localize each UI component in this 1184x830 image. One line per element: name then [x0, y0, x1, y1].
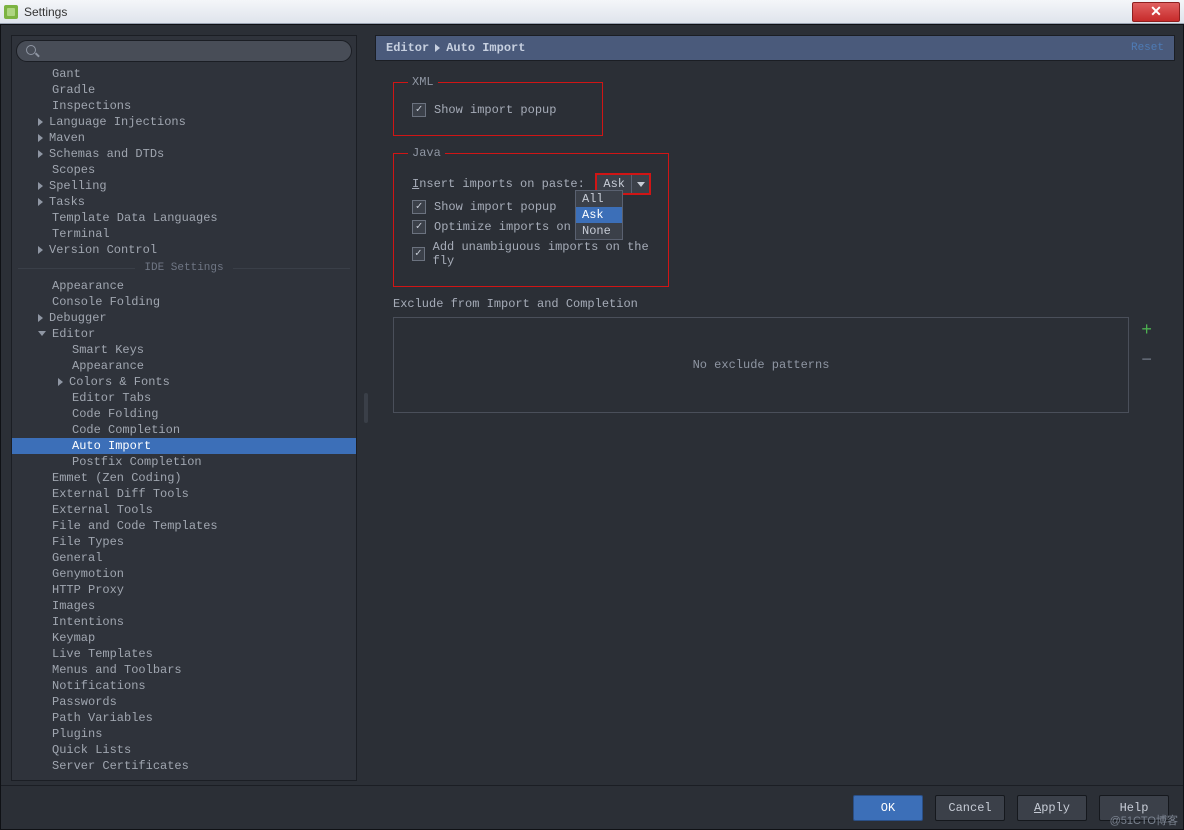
tree-item[interactable]: Path Variables [12, 710, 356, 726]
xml-show-import-popup-checkbox[interactable] [412, 103, 426, 117]
tree-item[interactable]: Language Injections [12, 114, 356, 130]
tree-item[interactable]: Postfix Completion [12, 454, 356, 470]
tree-item[interactable]: External Diff Tools [12, 486, 356, 502]
tree-item[interactable]: Scopes [12, 162, 356, 178]
tree-item[interactable]: Schemas and DTDs [12, 146, 356, 162]
xml-legend: XML [408, 75, 438, 89]
java-legend: Java [408, 146, 445, 160]
breadcrumb-part-editor: Editor [386, 41, 429, 55]
settings-panel: XML Show import popup Java Insert import… [375, 61, 1175, 781]
settings-tree[interactable]: GantGradleInspectionsLanguage Injections… [12, 66, 356, 780]
unambiguous-imports-label: Add unambiguous imports on the fly [433, 240, 650, 268]
java-show-import-popup-label: Show import popup [434, 200, 556, 214]
xml-show-import-popup-label: Show import popup [434, 103, 556, 117]
tree-item[interactable]: Appearance [12, 358, 356, 374]
tree-section-separator: IDE Settings [12, 262, 356, 274]
dialog-buttons: OK Cancel Apply Help [1, 785, 1183, 829]
java-show-import-popup-checkbox[interactable] [412, 200, 426, 214]
tree-item[interactable]: Intentions [12, 614, 356, 630]
window-close-button[interactable]: ✕ [1132, 2, 1180, 22]
tree-item[interactable]: Gradle [12, 82, 356, 98]
tree-item[interactable]: File Types [12, 534, 356, 550]
tree-item[interactable]: Maven [12, 130, 356, 146]
insert-imports-dropdown[interactable]: All Ask None [575, 190, 623, 240]
settings-dialog: GantGradleInspectionsLanguage Injections… [0, 24, 1184, 830]
settings-search-input[interactable] [16, 40, 352, 62]
search-icon [26, 45, 36, 55]
tree-item[interactable]: Version Control [12, 242, 356, 258]
tree-item[interactable]: Editor [12, 326, 356, 342]
tree-item[interactable]: Plugins [12, 726, 356, 742]
breadcrumb-part-auto-import: Auto Import [446, 41, 525, 55]
app-icon [4, 5, 18, 19]
tree-item[interactable]: Tasks [12, 194, 356, 210]
tree-item[interactable]: Editor Tabs [12, 390, 356, 406]
insert-imports-value: Ask [597, 177, 631, 191]
tree-item[interactable]: Inspections [12, 98, 356, 114]
tree-item[interactable]: Smart Keys [12, 342, 356, 358]
add-pattern-button[interactable]: + [1141, 322, 1152, 340]
exclude-list[interactable]: No exclude patterns + − [393, 317, 1129, 413]
titlebar: Settings ✕ [0, 0, 1184, 24]
apply-button[interactable]: Apply [1017, 795, 1087, 821]
xml-group: XML Show import popup [393, 75, 603, 136]
tree-item[interactable]: Server Certificates [12, 758, 356, 774]
exclude-placeholder: No exclude patterns [693, 358, 830, 372]
tree-item[interactable]: File and Code Templates [12, 518, 356, 534]
watermark: @51CTO博客 [1110, 812, 1178, 828]
tree-item[interactable]: Genymotion [12, 566, 356, 582]
tree-item[interactable]: Emmet (Zen Coding) [12, 470, 356, 486]
remove-pattern-button[interactable]: − [1141, 352, 1152, 370]
tree-item[interactable]: General [12, 550, 356, 566]
reset-link[interactable]: Reset [1131, 42, 1164, 54]
tree-item[interactable]: Debugger [12, 310, 356, 326]
breadcrumb: Editor Auto Import Reset [375, 35, 1175, 61]
splitter[interactable] [363, 35, 369, 781]
tree-item[interactable]: Quick Lists [12, 742, 356, 758]
tree-item[interactable]: Console Folding [12, 294, 356, 310]
combo-option-all[interactable]: All [576, 191, 622, 207]
exclude-title: Exclude from Import and Completion [393, 297, 1157, 311]
tree-item[interactable]: Auto Import [12, 438, 356, 454]
tree-item[interactable]: Passwords [12, 694, 356, 710]
window-title: Settings [24, 5, 67, 19]
ok-button[interactable]: OK [853, 795, 923, 821]
tree-item[interactable]: Menus and Toolbars [12, 662, 356, 678]
tree-item[interactable]: Live Templates [12, 646, 356, 662]
optimize-imports-label: Optimize imports on th [434, 220, 592, 234]
tree-item[interactable]: Gant [12, 66, 356, 82]
settings-sidebar: GantGradleInspectionsLanguage Injections… [11, 35, 357, 781]
optimize-imports-checkbox[interactable] [412, 220, 426, 234]
tree-item[interactable]: Code Completion [12, 422, 356, 438]
breadcrumb-separator-icon [435, 44, 440, 52]
combo-option-none[interactable]: None [576, 223, 622, 239]
chevron-down-icon[interactable] [631, 175, 649, 193]
tree-item[interactable]: Notifications [12, 678, 356, 694]
tree-item[interactable]: External Tools [12, 502, 356, 518]
tree-item[interactable]: Images [12, 598, 356, 614]
unambiguous-imports-checkbox[interactable] [412, 247, 425, 261]
insert-imports-label: Insert imports on paste: [412, 177, 585, 191]
tree-item[interactable]: Appearance [12, 278, 356, 294]
cancel-button[interactable]: Cancel [935, 795, 1005, 821]
tree-item[interactable]: Code Folding [12, 406, 356, 422]
java-group: Java Insert imports on paste: Ask Show i… [393, 146, 669, 287]
tree-item[interactable]: Template Data Languages [12, 210, 356, 226]
tree-item[interactable]: HTTP Proxy [12, 582, 356, 598]
tree-item[interactable]: Keymap [12, 630, 356, 646]
tree-item[interactable]: Spelling [12, 178, 356, 194]
tree-item[interactable]: Terminal [12, 226, 356, 242]
combo-option-ask[interactable]: Ask [576, 207, 622, 223]
tree-item[interactable]: Colors & Fonts [12, 374, 356, 390]
